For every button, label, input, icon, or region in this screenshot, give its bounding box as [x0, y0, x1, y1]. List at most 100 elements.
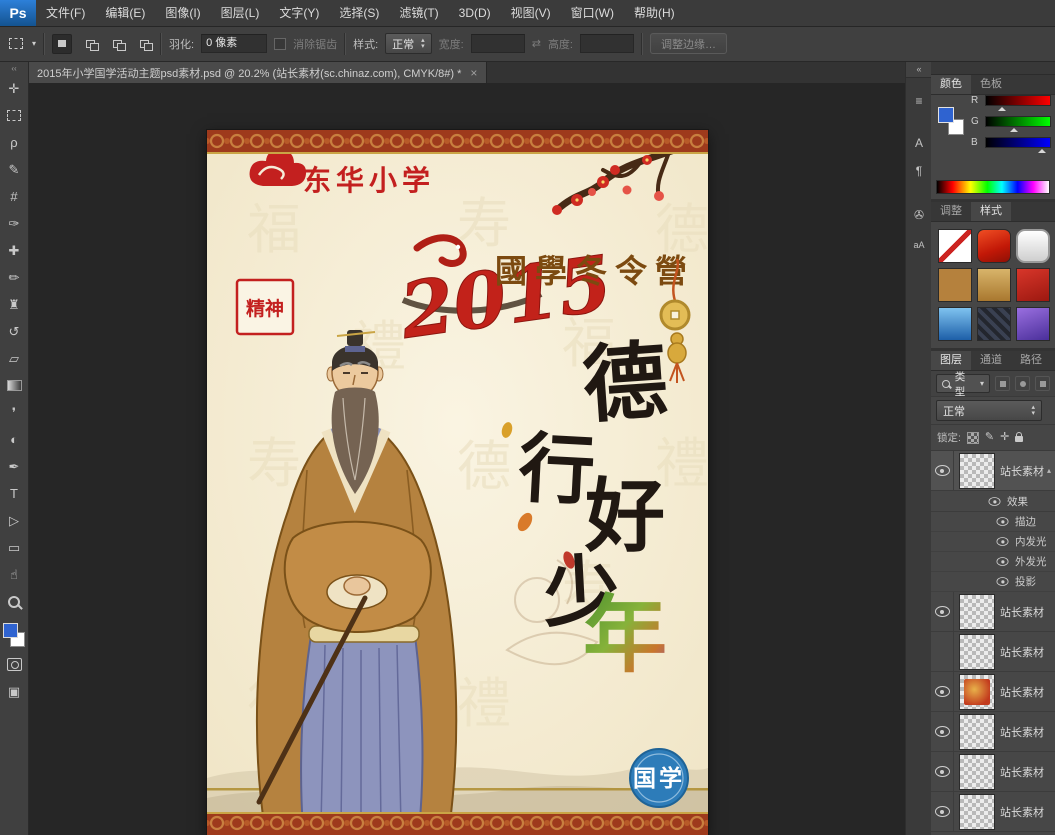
feather-input[interactable]: 0 像素	[201, 34, 267, 53]
dodge-tool[interactable]: ◐	[1, 426, 27, 453]
style-swatch-none[interactable]	[938, 229, 972, 263]
tab-paths[interactable]: 路径	[1011, 351, 1051, 370]
clone-stamp-tool[interactable]: ♜	[1, 291, 27, 318]
antialias-checkbox[interactable]	[274, 38, 286, 50]
layer-row[interactable]: 站长素材	[931, 792, 1055, 832]
quick-selection-tool[interactable]: ✎	[1, 156, 27, 183]
layer-thumbnail[interactable]	[959, 674, 995, 710]
move-tool[interactable]: ✛	[1, 75, 27, 102]
height-input[interactable]	[580, 34, 634, 53]
panel-foreground-swatch[interactable]	[938, 107, 954, 123]
healing-brush-tool[interactable]: ✚	[1, 237, 27, 264]
red-slider[interactable]	[985, 95, 1051, 106]
style-swatch[interactable]	[938, 268, 972, 302]
tab-channels[interactable]: 通道	[971, 351, 1011, 370]
layer-thumbnail[interactable]	[959, 794, 995, 830]
color-panel-fg-bg[interactable]	[938, 107, 964, 135]
effect-eye-icon[interactable]	[997, 557, 1009, 566]
history-brush-tool[interactable]: ↺	[1, 318, 27, 345]
menu-file[interactable]: 文件(F)	[36, 0, 95, 26]
effect-row-stroke[interactable]: 描边	[931, 512, 1055, 532]
layer-thumbnail[interactable]	[959, 594, 995, 630]
menu-image[interactable]: 图像(I)	[155, 0, 210, 26]
tab-layers[interactable]: 图层	[931, 351, 971, 370]
canvas-area[interactable]: 福 寿 德 禮 福 寿 德 禮 福 寿 德 禮	[28, 83, 905, 835]
document-close-icon[interactable]: ×	[470, 66, 477, 80]
foreground-color-swatch[interactable]	[3, 623, 18, 638]
style-swatch[interactable]	[938, 307, 972, 341]
layer-thumbnail[interactable]	[959, 634, 995, 670]
menu-layer[interactable]: 图层(L)	[211, 0, 270, 26]
refine-edge-button[interactable]: 调整边缘…	[650, 33, 727, 54]
properties-panel-icon[interactable]: ≡	[908, 90, 930, 112]
effect-eye-icon[interactable]	[997, 577, 1009, 586]
style-swatch[interactable]	[1016, 307, 1050, 341]
visibility-toggle[interactable]	[931, 632, 954, 671]
visibility-toggle[interactable]	[931, 792, 954, 831]
pen-tool[interactable]: ✒	[1, 453, 27, 480]
document-canvas[interactable]: 福 寿 德 禮 福 寿 德 禮 福 寿 德 禮	[207, 130, 708, 835]
tab-swatches[interactable]: 色板	[971, 75, 1011, 94]
crop-tool[interactable]: #	[1, 183, 27, 210]
hand-tool[interactable]: ☝	[1, 561, 27, 588]
style-swatch[interactable]	[1016, 229, 1050, 263]
effect-eye-icon[interactable]	[997, 517, 1009, 526]
lasso-tool[interactable]: ρ	[1, 129, 27, 156]
lock-pixels-icon[interactable]: ✎	[985, 432, 994, 443]
lock-position-icon[interactable]: ✛	[1000, 432, 1009, 443]
effects-eye-icon[interactable]	[989, 497, 1001, 506]
style-swatch[interactable]	[977, 307, 1011, 341]
foreground-background-colors[interactable]	[3, 623, 25, 647]
tab-color[interactable]: 颜色	[931, 75, 971, 94]
lock-transparency-icon[interactable]	[967, 432, 979, 444]
document-tab[interactable]: 2015年小学国学活动主题psd素材.psd @ 20.2% (站长素材(sc.…	[28, 62, 487, 83]
subtract-selection-button[interactable]	[108, 35, 126, 53]
layer-row[interactable]: 站长素材	[931, 752, 1055, 792]
layer-row[interactable]: 站长素材	[931, 672, 1055, 712]
width-input[interactable]	[471, 34, 525, 53]
eraser-tool[interactable]: ▱	[1, 345, 27, 372]
tool-preset-caret-icon[interactable]: ▾	[32, 40, 36, 48]
tab-styles[interactable]: 样式	[971, 202, 1011, 221]
layer-row[interactable]: 站长素材	[931, 712, 1055, 752]
clone-source-panel-icon[interactable]: ✇	[908, 204, 930, 226]
intersect-selection-button[interactable]	[135, 35, 153, 53]
expand-panels-button[interactable]: «	[906, 62, 932, 78]
layer-row-hidden[interactable]: 站长素材	[931, 632, 1055, 672]
eyedropper-tool[interactable]: ✑	[1, 210, 27, 237]
gradient-tool[interactable]	[1, 372, 27, 399]
style-swatch[interactable]	[1016, 268, 1050, 302]
menu-view[interactable]: 视图(V)	[501, 0, 561, 26]
blend-mode-select[interactable]: 正常 ▴▾	[936, 400, 1042, 421]
menu-edit[interactable]: 编辑(E)	[95, 0, 155, 26]
filter-adjustment-layers-icon[interactable]	[1015, 376, 1030, 391]
zoom-tool[interactable]	[1, 588, 27, 615]
layer-row[interactable]: 站长素材 ▴	[931, 451, 1055, 491]
menu-filter[interactable]: 滤镜(T)	[389, 0, 448, 26]
menu-help[interactable]: 帮助(H)	[624, 0, 685, 26]
visibility-toggle[interactable]	[931, 592, 954, 631]
character-styles-panel-icon[interactable]: aA	[908, 234, 930, 256]
filter-type-layers-icon[interactable]	[1035, 376, 1050, 391]
style-swatch[interactable]	[977, 268, 1011, 302]
swap-dimensions-icon[interactable]: ⇄	[532, 37, 541, 50]
red-slider-knob[interactable]	[998, 103, 1006, 111]
green-slider-knob[interactable]	[1010, 124, 1018, 132]
effects-header-row[interactable]: 效果	[931, 491, 1055, 512]
new-selection-button[interactable]	[52, 34, 72, 54]
effects-collapse-chevron-icon[interactable]: ▴	[1047, 466, 1051, 475]
blue-slider[interactable]	[985, 137, 1051, 148]
screen-mode-button[interactable]: ▣	[1, 678, 27, 705]
green-slider[interactable]	[985, 116, 1051, 127]
shape-tool[interactable]: ▭	[1, 534, 27, 561]
tool-preset-picker[interactable]	[7, 35, 25, 53]
filter-pixel-layers-icon[interactable]	[995, 376, 1010, 391]
style-swatch[interactable]	[977, 229, 1011, 263]
toolbox-collapse-button[interactable]: ‹‹	[0, 62, 28, 75]
visibility-toggle[interactable]	[931, 451, 954, 490]
menu-select[interactable]: 选择(S)	[329, 0, 389, 26]
layer-filter-type-select[interactable]: 类型 ▾	[936, 374, 990, 393]
layer-thumbnail[interactable]	[959, 714, 995, 750]
blue-slider-knob[interactable]	[1038, 145, 1046, 153]
lock-all-icon[interactable]	[1015, 436, 1023, 442]
